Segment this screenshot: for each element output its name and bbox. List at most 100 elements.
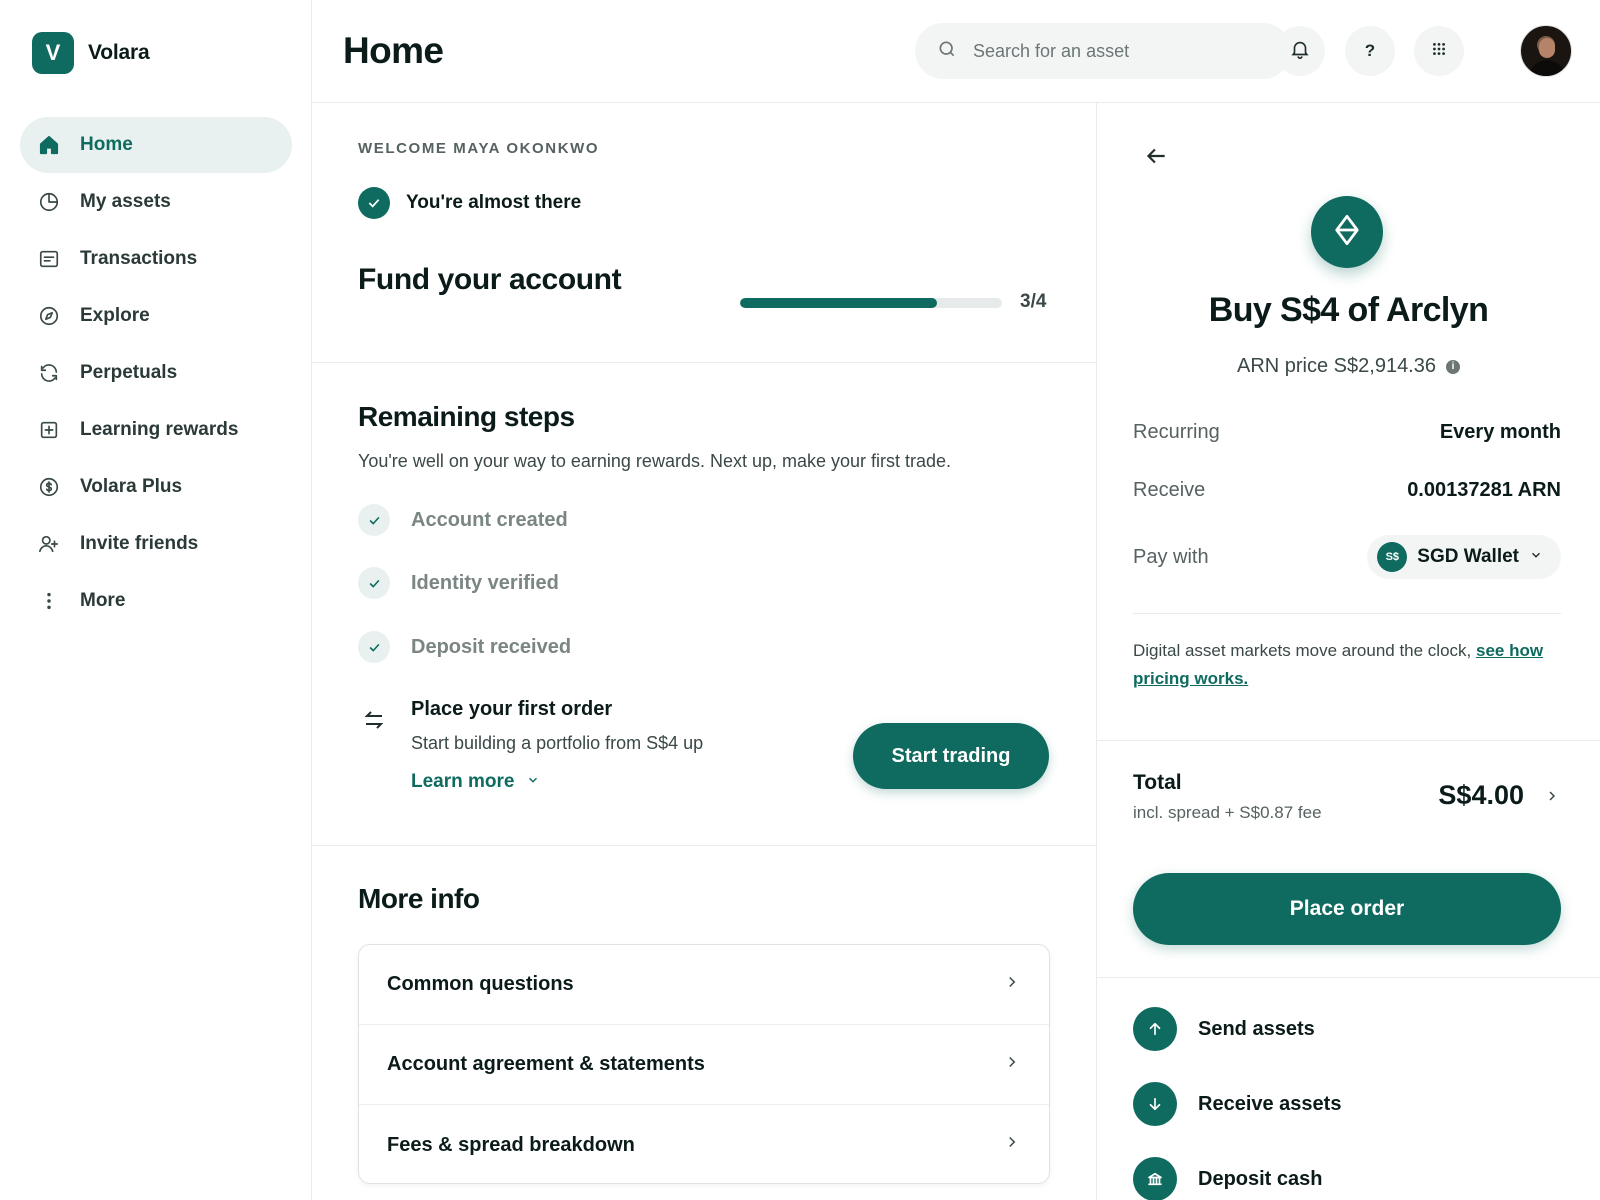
chevron-right-icon <box>1003 1053 1021 1077</box>
avatar-face <box>1539 38 1555 58</box>
grid-icon <box>1428 38 1450 65</box>
asset-price-row: ARN price S$2,914.36 i <box>1097 355 1600 378</box>
pricing-note: Digital asset markets move around the cl… <box>1133 637 1561 693</box>
deposit-cash-action[interactable]: Deposit cash <box>1133 1157 1322 1200</box>
asset-price: ARN price S$2,914.36 <box>1236 355 1436 377</box>
sidebar-nav: Home My assets Transactions Explore Perp… <box>20 117 292 630</box>
sidebar-item-my-assets[interactable]: My assets <box>20 174 292 230</box>
divider <box>1097 977 1600 978</box>
section-title: Remaining steps <box>358 401 575 432</box>
sidebar-item-label: Invite friends <box>80 533 199 554</box>
total-value-row[interactable]: S$4.00 <box>1438 780 1560 811</box>
top-header: Home ? <box>312 0 1600 103</box>
recurring-label: Recurring <box>1133 421 1220 443</box>
section-description: You're well on your way to earning rewar… <box>358 451 952 471</box>
wallet-badge: S$ <box>1377 542 1408 572</box>
receive-row: Receive 0.00137281 ARN <box>1133 479 1561 502</box>
avatar[interactable] <box>1520 25 1572 77</box>
search-bar[interactable] <box>915 23 1291 79</box>
chevron-right-icon <box>1003 973 1021 997</box>
status-text: You're almost there <box>406 192 582 213</box>
progress-fill <box>740 298 937 308</box>
compass-icon <box>38 305 60 327</box>
sidebar-item-label: More <box>80 590 126 611</box>
sidebar-item-volara-plus[interactable]: Volara Plus <box>20 459 292 515</box>
info-icon[interactable]: i <box>1446 359 1460 374</box>
user-plus-icon <box>38 533 60 555</box>
action-label: Send assets <box>1198 1017 1315 1040</box>
info-row-account-agreement[interactable]: Account agreement & statements <box>359 1025 1049 1105</box>
check-icon <box>358 504 390 536</box>
action-label: Receive assets <box>1198 1092 1342 1115</box>
apps-button[interactable] <box>1414 26 1464 76</box>
diamond-icon <box>1333 214 1361 251</box>
sidebar-item-label: Explore <box>80 305 150 326</box>
info-row-label: Fees & spread breakdown <box>387 1133 635 1156</box>
notifications-button[interactable] <box>1275 26 1325 76</box>
arrow-down-icon <box>1133 1082 1177 1126</box>
sidebar-item-more[interactable]: More <box>20 573 292 629</box>
place-order-button[interactable]: Place order <box>1133 873 1561 945</box>
info-list: Common questions Account agreement & sta… <box>358 944 1050 1184</box>
main-content: WELCOME MAYA OKONKWO You're almost there… <box>312 103 1097 1200</box>
info-row-label: Common questions <box>387 973 574 995</box>
check-icon <box>358 567 390 599</box>
refresh-icon <box>38 362 60 384</box>
receive-label: Receive <box>1133 479 1206 501</box>
info-row-label: Account agreement & statements <box>387 1053 705 1075</box>
pay-with-row: Pay with S$ SGD Wallet <box>1133 535 1561 579</box>
check-circle-icon <box>358 187 390 219</box>
wallet-selector[interactable]: S$ SGD Wallet <box>1367 535 1561 579</box>
status-row: You're almost there <box>358 187 581 219</box>
home-icon <box>38 134 60 156</box>
step-label: Account created <box>411 508 568 531</box>
sidebar-item-label: Volara Plus <box>80 476 183 497</box>
fund-title: Fund your account <box>358 263 622 296</box>
order-panel: Buy S$4 of Arclyn ARN price S$2,914.36 i… <box>1097 103 1600 1200</box>
sidebar-item-label: Transactions <box>80 248 198 269</box>
step-label: Identity verified <box>411 571 559 594</box>
bank-icon <box>1133 1157 1177 1200</box>
chevron-right-icon <box>1003 1133 1021 1157</box>
next-step-subtitle: Start building a portfolio from S$4 up <box>411 733 704 753</box>
info-row-fees-spread[interactable]: Fees & spread breakdown <box>359 1105 1049 1183</box>
learn-more-link[interactable]: Learn more <box>411 771 540 793</box>
section-title: More info <box>358 883 480 914</box>
sidebar-item-invite-friends[interactable]: Invite friends <box>20 516 292 572</box>
brand-logo: V <box>32 32 74 74</box>
chevron-right-icon <box>1544 780 1560 811</box>
search-input[interactable] <box>973 40 1263 62</box>
sidebar-item-label: My assets <box>80 191 171 212</box>
receive-assets-action[interactable]: Receive assets <box>1133 1082 1341 1126</box>
more-info-section: More info Common questions Account agree… <box>312 846 1097 1200</box>
info-row-common-questions[interactable]: Common questions <box>359 945 1049 1025</box>
total-value: S$4.00 <box>1438 780 1524 810</box>
coin-icon <box>38 476 60 498</box>
help-button[interactable]: ? <box>1345 26 1395 76</box>
sidebar-item-label: Perpetuals <box>80 362 178 383</box>
send-assets-action[interactable]: Send assets <box>1133 1007 1315 1051</box>
sidebar-item-label: Home <box>80 134 133 155</box>
step-item: Identity verified <box>358 567 559 599</box>
step-item: Deposit received <box>358 631 571 663</box>
sidebar-item-learning-rewards[interactable]: Learning rewards <box>20 402 292 458</box>
action-label: Deposit cash <box>1198 1167 1323 1190</box>
onboarding-section: WELCOME MAYA OKONKWO You're almost there… <box>312 103 1097 363</box>
step-label: Deposit received <box>411 635 572 658</box>
receipt-icon <box>38 248 60 270</box>
sidebar-item-label: Learning rewards <box>80 419 239 440</box>
total-label: Total <box>1133 771 1182 794</box>
recurring-row[interactable]: Recurring Every month <box>1133 421 1561 444</box>
sidebar-item-home[interactable]: Home <box>20 117 292 173</box>
start-trading-button[interactable]: Start trading <box>853 723 1049 789</box>
progress-label: 3/4 <box>1020 291 1047 312</box>
back-button[interactable] <box>1143 143 1169 169</box>
brand[interactable]: V Volara <box>32 32 150 74</box>
sidebar-item-perpetuals[interactable]: Perpetuals <box>20 345 292 401</box>
sidebar-item-transactions[interactable]: Transactions <box>20 231 292 287</box>
sidebar-item-explore[interactable]: Explore <box>20 288 292 344</box>
step-item: Account created <box>358 504 568 536</box>
bell-icon <box>1289 38 1311 65</box>
plus-square-icon <box>38 419 60 441</box>
wallet-name: SGD Wallet <box>1417 546 1519 567</box>
